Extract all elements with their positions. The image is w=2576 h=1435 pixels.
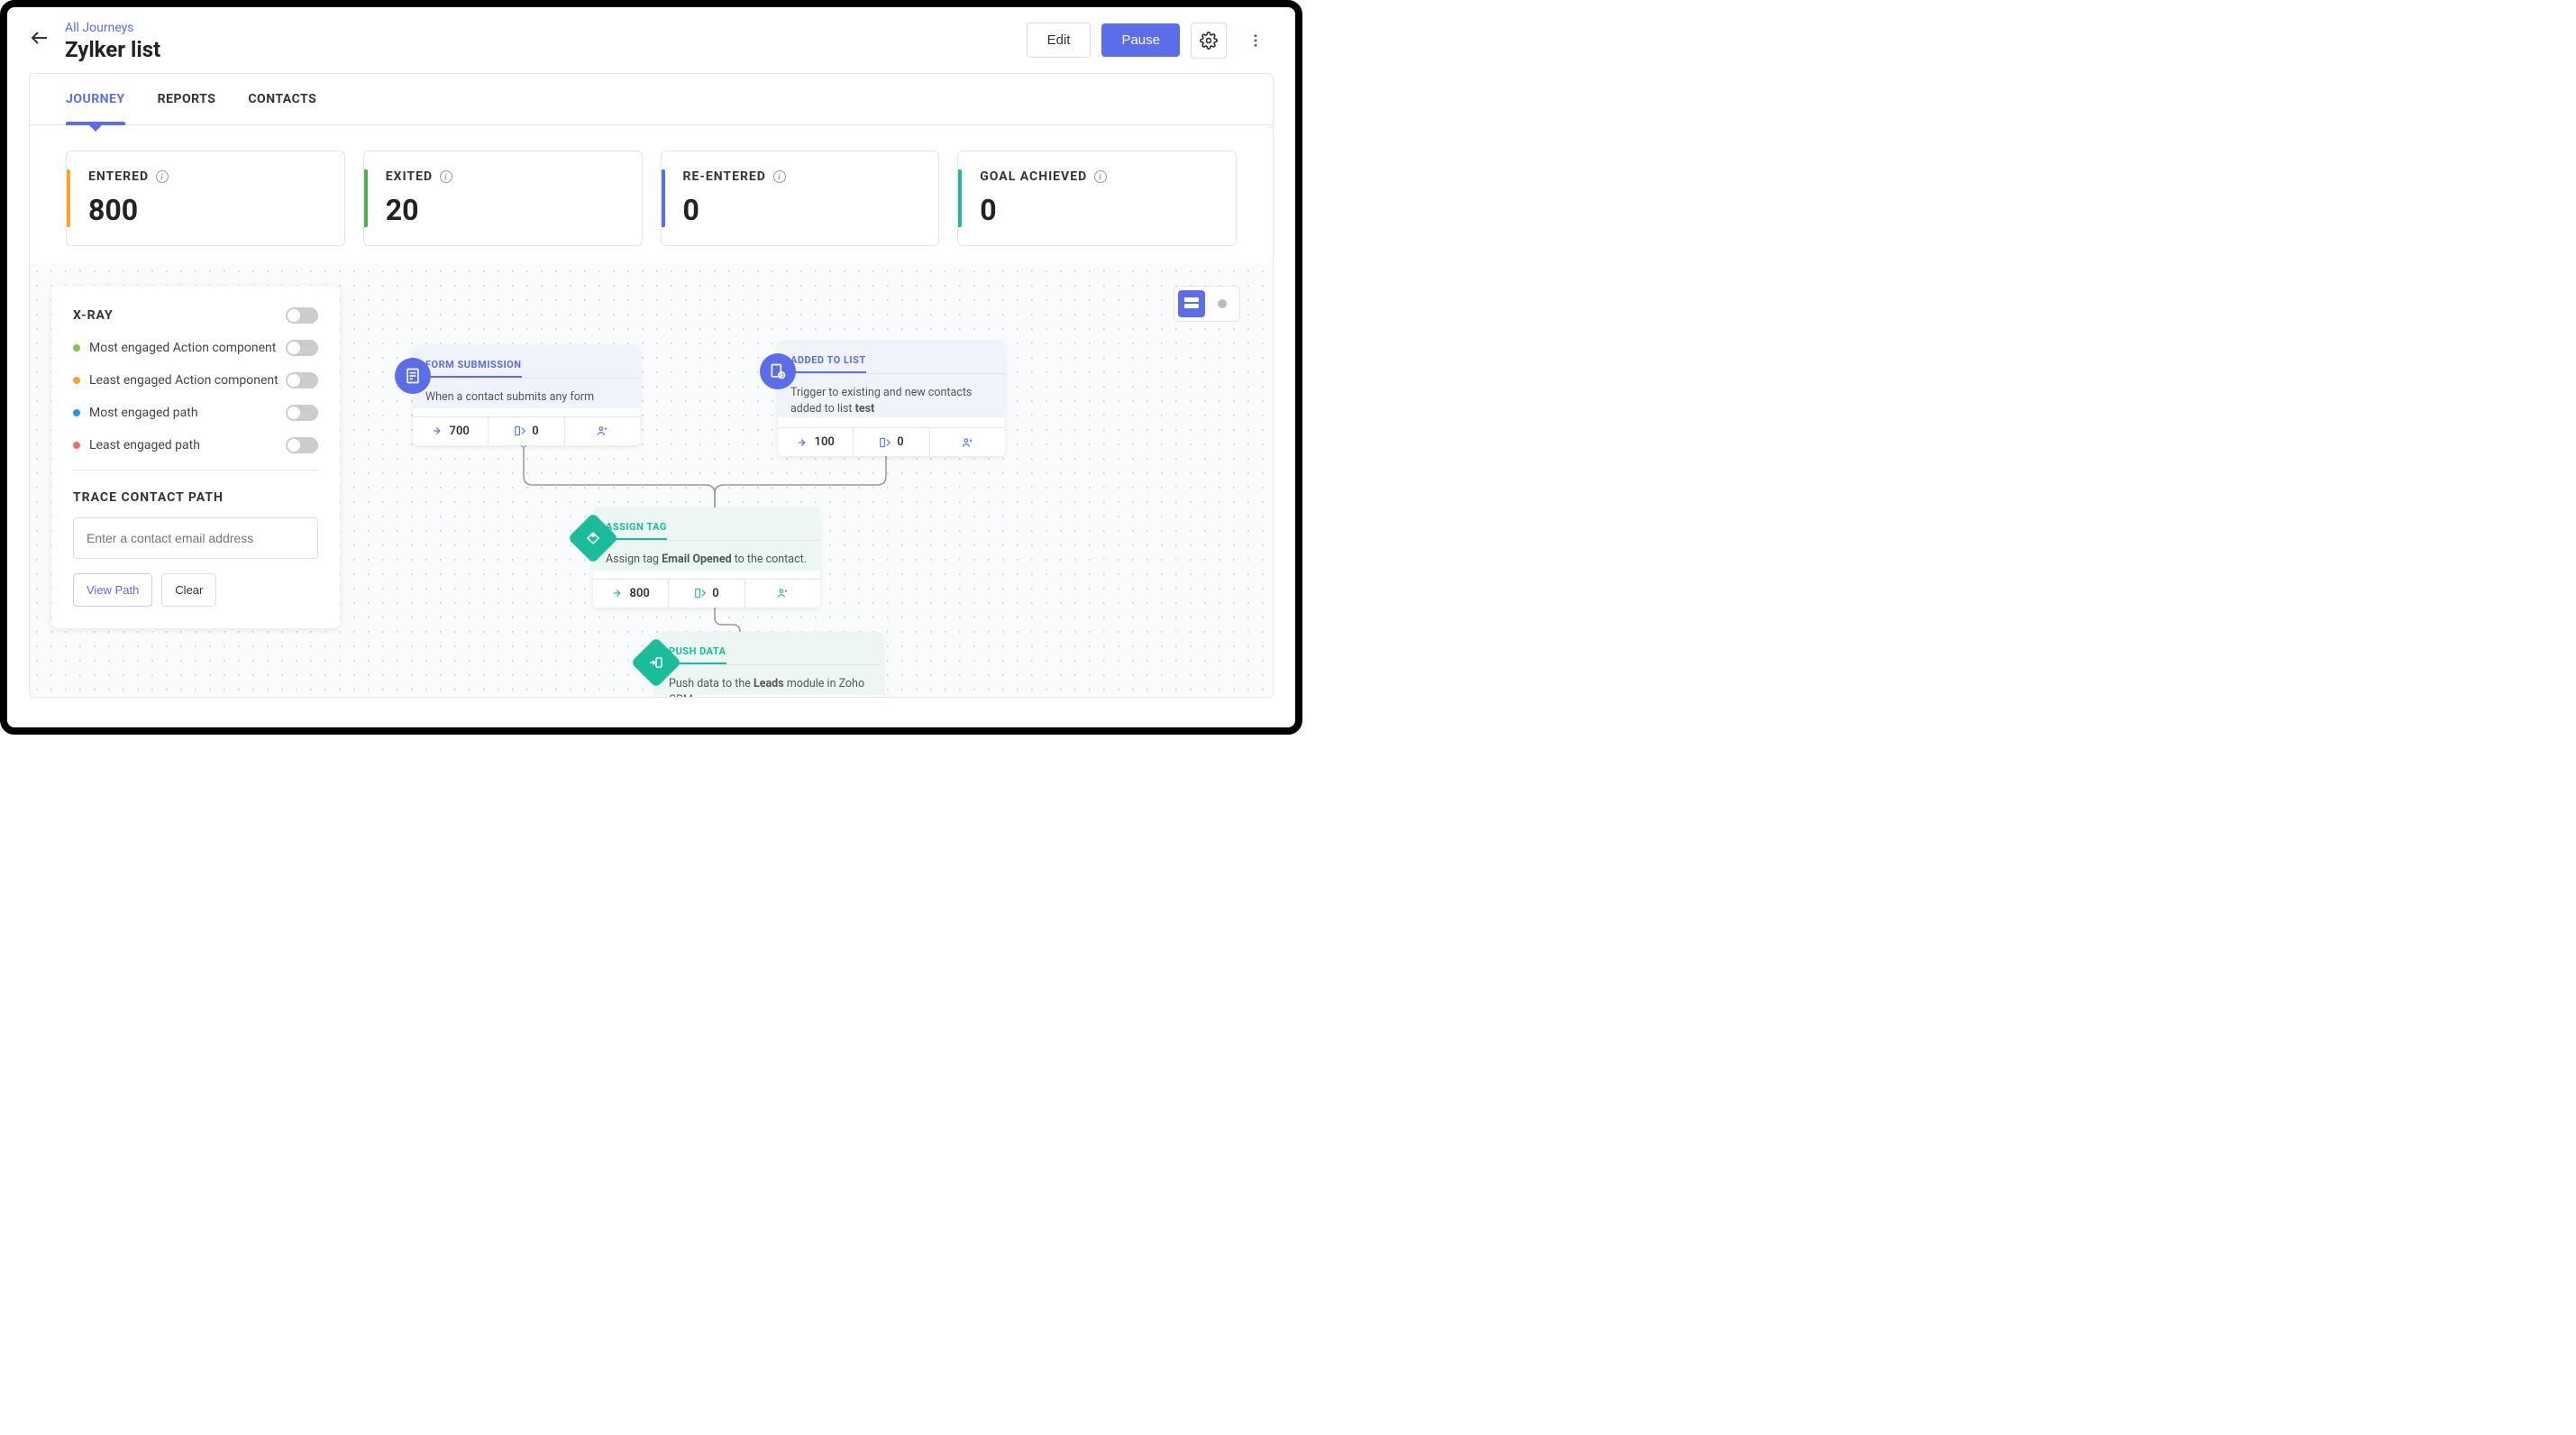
- xray-panel: X-RAY Most engaged Action component Leas…: [51, 286, 340, 628]
- stat-reentered: RE-ENTEREDi 0: [661, 151, 940, 246]
- exit-icon: [694, 587, 707, 599]
- toggle-least-path[interactable]: [286, 437, 318, 453]
- divider: [73, 470, 318, 471]
- person-icon: [776, 587, 789, 599]
- view-toggle: [1174, 286, 1240, 322]
- info-icon[interactable]: i: [773, 170, 786, 183]
- enter-icon: [612, 587, 625, 599]
- person-icon: [596, 425, 608, 437]
- tab-journey[interactable]: JOURNEY: [66, 74, 125, 124]
- more-menu-button[interactable]: [1238, 23, 1274, 59]
- node-desc: Assign tag Email Opened to the contact.: [593, 541, 820, 579]
- node-title: FORM SUBMISSION: [425, 359, 522, 378]
- node-exited: 0: [669, 580, 744, 608]
- tab-reports[interactable]: REPORTS: [158, 74, 216, 124]
- dot-red-icon: [73, 442, 80, 449]
- edit-button[interactable]: Edit: [1027, 23, 1092, 58]
- enter-icon: [432, 425, 444, 437]
- stat-goal: GOAL ACHIEVEDi 0: [957, 151, 1237, 246]
- enter-icon: [797, 436, 809, 449]
- dot-green-icon: [73, 344, 80, 352]
- info-icon[interactable]: i: [440, 170, 452, 183]
- clear-button[interactable]: Clear: [161, 573, 216, 607]
- node-push-data[interactable]: PUSH DATA Push data to the Leads module …: [656, 632, 883, 698]
- node-contacts[interactable]: [930, 428, 1005, 456]
- view-card-button[interactable]: [1178, 290, 1205, 317]
- xray-master-toggle[interactable]: [286, 307, 318, 324]
- gear-icon: [1200, 32, 1218, 50]
- toggle-most-path[interactable]: [286, 405, 318, 421]
- trace-email-input[interactable]: [73, 517, 318, 559]
- tab-contacts[interactable]: CONTACTS: [248, 74, 316, 124]
- breadcrumb[interactable]: All Journeys: [65, 21, 134, 35]
- info-icon[interactable]: i: [156, 170, 169, 183]
- settings-button[interactable]: [1191, 23, 1227, 59]
- stat-exited: EXITEDi 20: [363, 151, 643, 246]
- card-view-icon: [1184, 297, 1199, 310]
- exit-icon: [879, 436, 891, 449]
- node-assign-tag[interactable]: ASSIGN TAG Assign tag Email Opened to th…: [593, 507, 820, 608]
- dot-orange-icon: [73, 377, 80, 384]
- pause-button[interactable]: Pause: [1101, 23, 1180, 57]
- xray-title: X-RAY: [73, 308, 114, 323]
- toggle-least-action[interactable]: [286, 372, 318, 388]
- dot-blue-icon: [73, 409, 80, 416]
- node-desc: Push data to the Leads module in Zoho CR…: [656, 665, 883, 698]
- node-form-submission[interactable]: FORM SUBMISSION When a contact submits a…: [413, 345, 640, 445]
- node-desc: Trigger to existing and new contacts add…: [778, 374, 1005, 427]
- view-path-button[interactable]: View Path: [73, 573, 152, 607]
- node-added-to-list[interactable]: ADDED TO LIST Trigger to existing and ne…: [778, 341, 1005, 456]
- circle-view-icon: [1216, 297, 1229, 310]
- exit-icon: [514, 425, 526, 437]
- node-title: ADDED TO LIST: [790, 354, 866, 373]
- node-contacts[interactable]: [745, 580, 820, 608]
- node-exited: 0: [489, 417, 564, 445]
- node-entered: 100: [778, 428, 854, 456]
- node-contacts[interactable]: [565, 417, 640, 445]
- back-arrow[interactable]: [29, 27, 50, 54]
- node-exited: 0: [854, 428, 929, 456]
- node-entered: 700: [413, 417, 489, 445]
- node-entered: 800: [593, 580, 669, 608]
- info-icon[interactable]: i: [1094, 170, 1107, 183]
- trace-title: TRACE CONTACT PATH: [73, 490, 318, 505]
- page-title: Zylker list: [65, 37, 1027, 62]
- stat-entered: ENTEREDi 800: [66, 151, 345, 246]
- view-circle-button[interactable]: [1209, 290, 1236, 317]
- toggle-most-action[interactable]: [286, 340, 318, 356]
- list-add-icon: [760, 353, 796, 389]
- form-icon: [395, 358, 431, 394]
- more-vertical-icon: [1247, 32, 1264, 49]
- node-desc: When a contact submits any form: [413, 379, 640, 416]
- person-icon: [961, 436, 973, 449]
